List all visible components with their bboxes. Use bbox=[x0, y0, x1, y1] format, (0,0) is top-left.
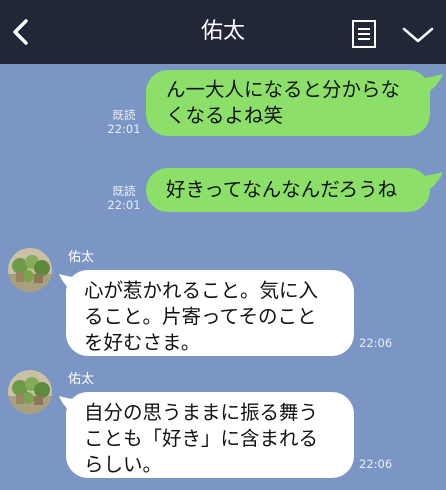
message-time: 22:01 bbox=[107, 198, 141, 212]
message-line: 自分の思うままに振る舞う bbox=[84, 401, 319, 424]
message-line: くなるよね笑 bbox=[166, 104, 284, 127]
memo-button[interactable] bbox=[350, 19, 378, 49]
message-line: らしい。 bbox=[84, 453, 163, 476]
sender-name: 佑太 bbox=[68, 372, 95, 387]
chevron-down-icon bbox=[402, 27, 434, 43]
back-button[interactable] bbox=[6, 16, 36, 48]
avatar[interactable] bbox=[8, 370, 52, 414]
message-line: ん一大人になると分からな bbox=[166, 78, 401, 101]
message-line: ことも「好き」に含まれる bbox=[84, 427, 319, 450]
chat-header: 佑太 bbox=[0, 0, 446, 64]
bubble-tail bbox=[424, 172, 443, 192]
memo-icon bbox=[352, 20, 376, 48]
sender-name: 佑太 bbox=[68, 250, 95, 265]
read-receipt: 既読 bbox=[112, 108, 136, 122]
message-bubble-outgoing[interactable]: 好きってなんなんだろうね bbox=[146, 168, 430, 212]
message-bubble-incoming[interactable]: 自分の思うままに振る舞う ことも「好き」に含まれる らしい。 bbox=[66, 392, 354, 478]
message-time: 22:06 bbox=[359, 457, 393, 471]
avatar-image bbox=[8, 370, 52, 414]
message-time: 22:01 bbox=[107, 122, 141, 136]
message-bubble-incoming[interactable]: 心が惹かれること。気に入 ること。片寄ってそのこと を好むさま。 bbox=[66, 270, 354, 356]
message-line: 心が惹かれること。気に入 bbox=[84, 279, 319, 302]
message-bubble-outgoing[interactable]: ん一大人になると分からな くなるよね笑 bbox=[146, 70, 430, 136]
read-receipt: 既読 bbox=[112, 184, 136, 198]
avatar[interactable] bbox=[8, 248, 52, 292]
chat-area[interactable]: 既読 22:01 ん一大人になると分からな くなるよね笑 既読 22:01 好き… bbox=[0, 64, 446, 490]
message-time: 22:06 bbox=[359, 336, 393, 350]
message-line: ること。片寄ってそのこと bbox=[84, 305, 317, 328]
avatar-image bbox=[8, 248, 52, 292]
message-line: 好きってなんなんだろうね bbox=[166, 178, 398, 201]
chat-title: 佑太 bbox=[200, 19, 245, 44]
chevron-left-icon bbox=[13, 19, 28, 45]
bubble-tail bbox=[424, 74, 443, 94]
expand-menu-button[interactable] bbox=[400, 24, 436, 46]
message-line: を好むさま。 bbox=[84, 331, 201, 354]
